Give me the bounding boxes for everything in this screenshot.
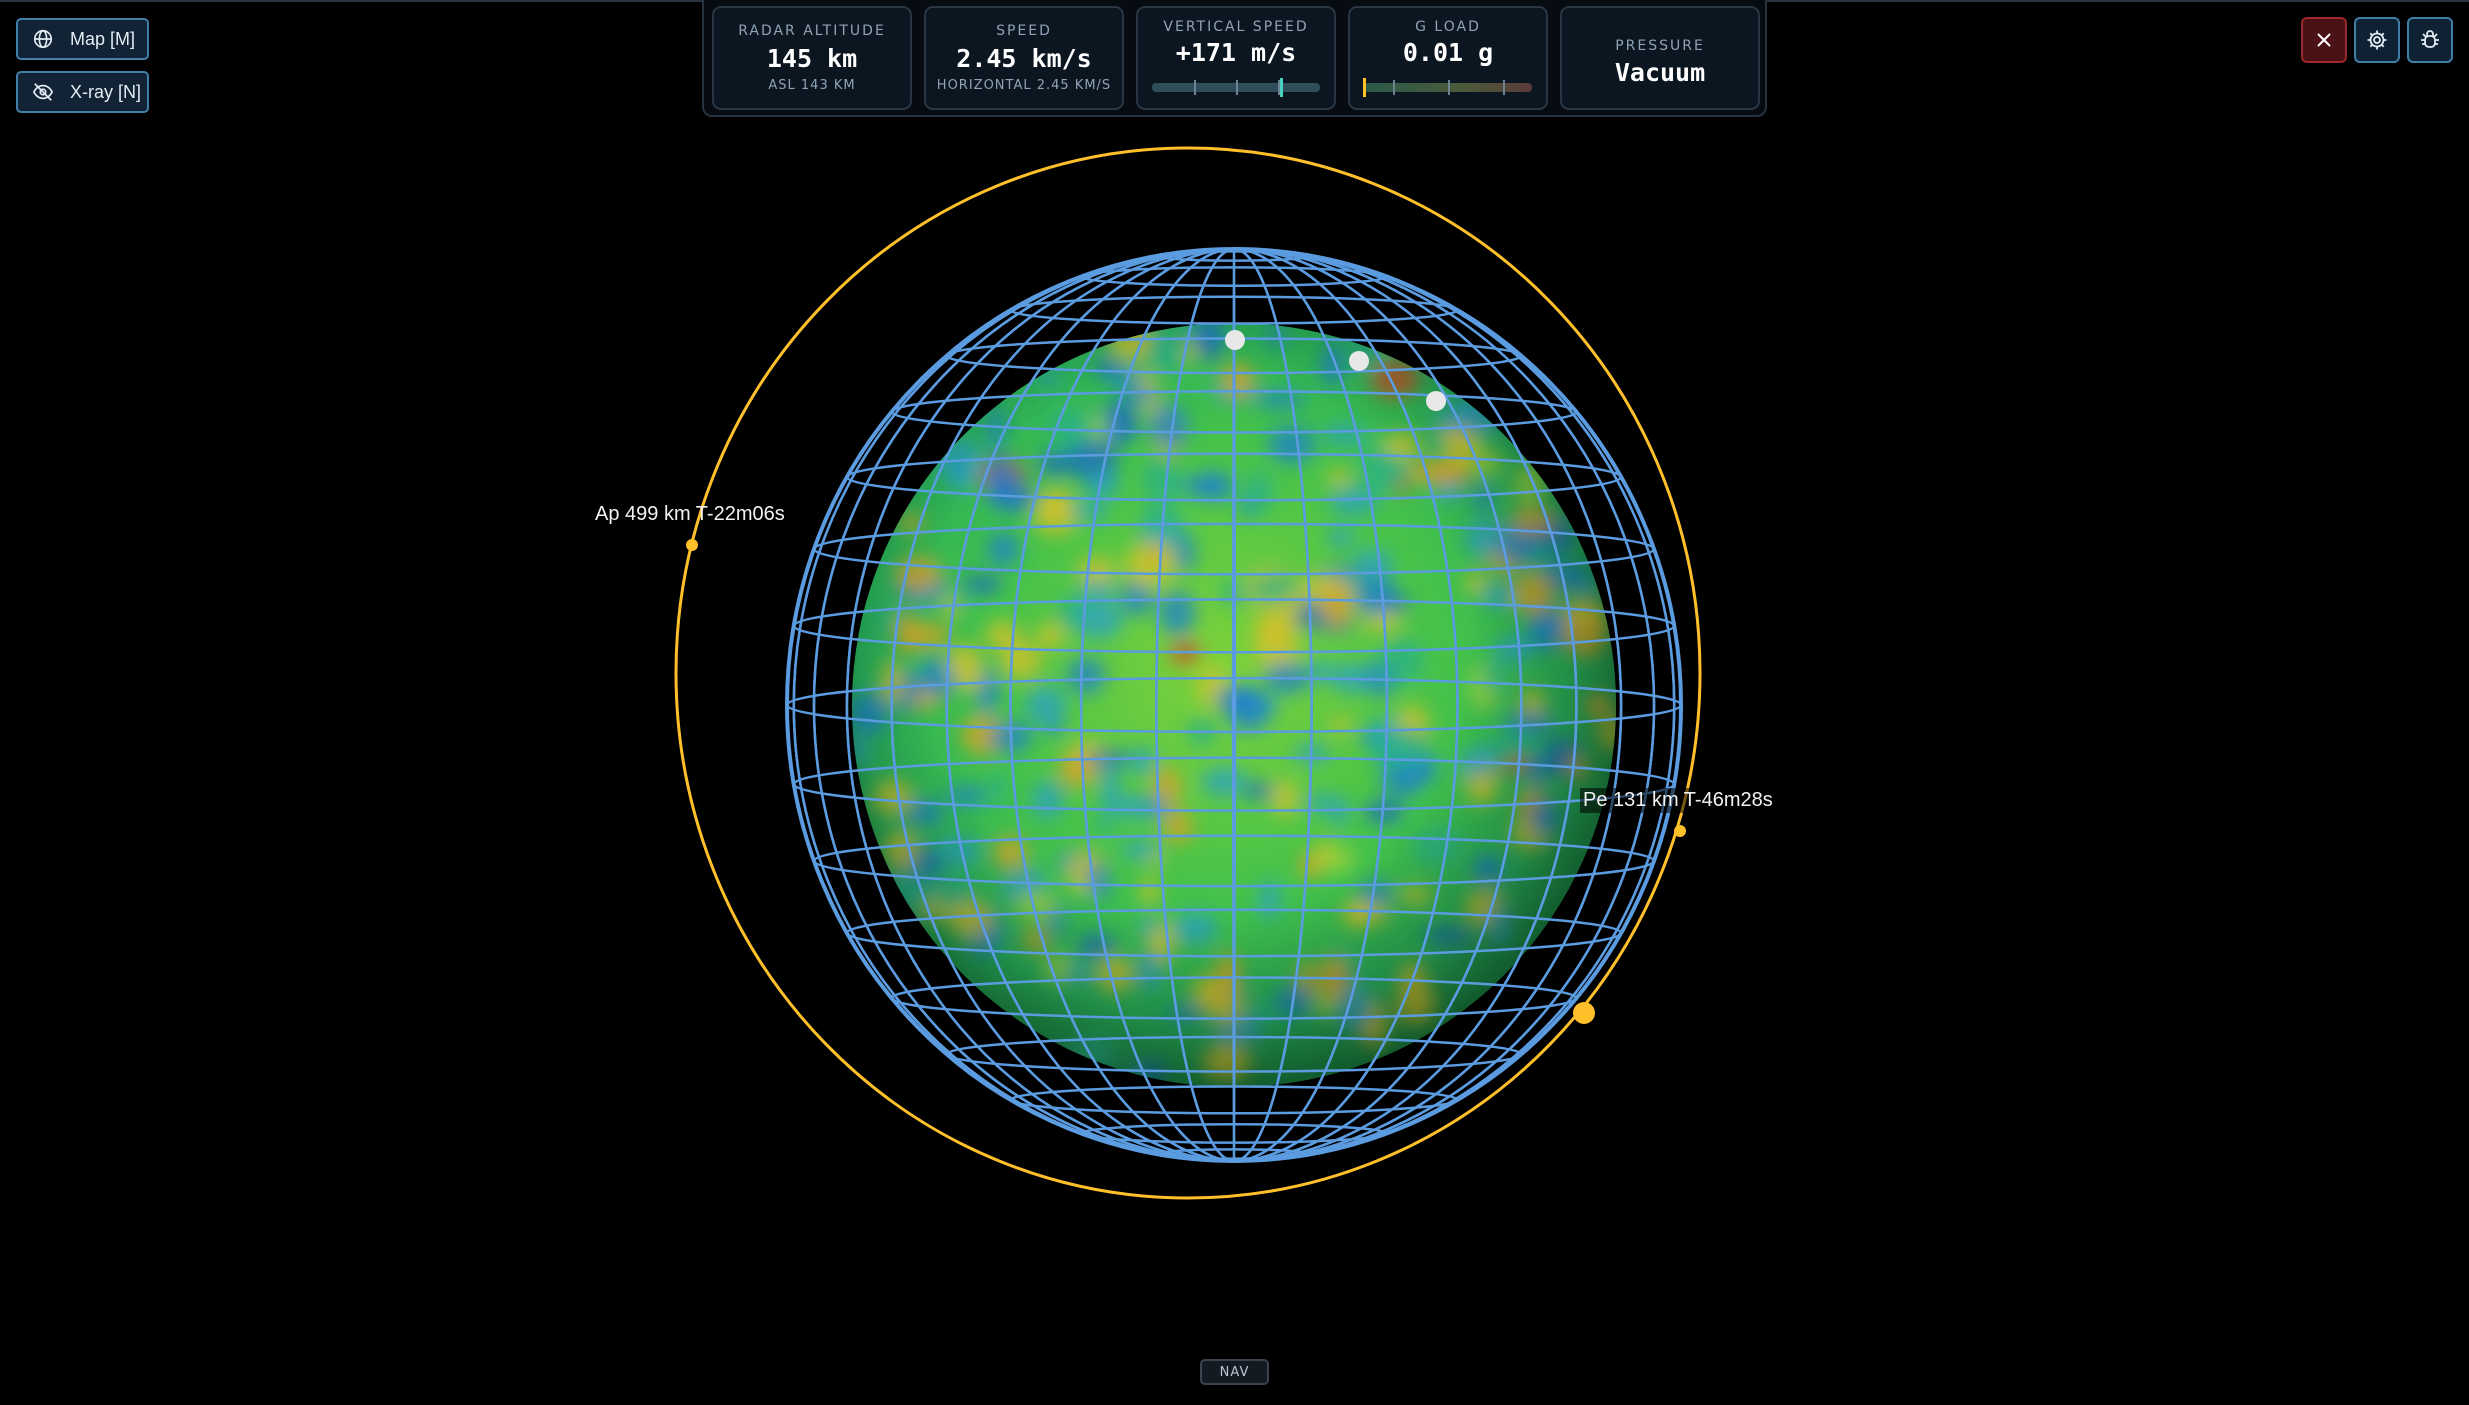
vertical-speed-gauge xyxy=(1152,78,1320,97)
pressure-card: PRESSURE Vacuum xyxy=(1560,6,1760,110)
vessel-marker[interactable] xyxy=(1573,1002,1595,1024)
vertical-speed-needle xyxy=(1280,78,1284,97)
close-button[interactable] xyxy=(2301,17,2347,63)
map-toggle-button[interactable]: Map [M] xyxy=(16,18,149,60)
asl-altitude-value: ASL 143 KM xyxy=(768,78,856,93)
globe-icon xyxy=(32,28,54,50)
radar-altitude-label: RADAR ALTITUDE xyxy=(738,23,886,39)
g-load-needle xyxy=(1363,78,1366,97)
speed-card: SPEED 2.45 km/s HORIZONTAL 2.45 KM/S xyxy=(924,6,1124,110)
xray-toggle-button[interactable]: X-ray [N] xyxy=(16,71,149,113)
xray-toggle-label: X-ray [N] xyxy=(70,81,142,102)
gear-icon xyxy=(2367,30,2387,50)
periapsis-marker[interactable] xyxy=(1674,825,1686,837)
horizontal-speed-value: HORIZONTAL 2.45 KM/S xyxy=(936,78,1112,93)
surface-marker[interactable] xyxy=(1349,351,1369,371)
nav-button[interactable]: NAV xyxy=(1200,1359,1269,1385)
vertical-speed-label: VERTICAL SPEED xyxy=(1163,19,1309,35)
wireframe-longitude xyxy=(1231,247,1237,1163)
settings-button[interactable] xyxy=(2354,17,2400,63)
speed-value: 2.45 km/s xyxy=(956,44,1092,73)
close-icon xyxy=(2317,33,2331,47)
g-load-label: G LOAD xyxy=(1415,19,1481,35)
flight-hud: RADAR ALTITUDE 145 km ASL 143 KM SPEED 2… xyxy=(702,0,1767,117)
map-toggle-label: Map [M] xyxy=(70,28,136,49)
vertical-speed-value: +171 m/s xyxy=(1175,38,1297,67)
apoapsis-marker[interactable] xyxy=(686,539,698,551)
flight-view: Ap 499 km T-22m06s Pe 131 km T-46m28s Ma… xyxy=(0,0,2469,1405)
surface-marker[interactable] xyxy=(1225,330,1245,350)
g-load-gauge xyxy=(1363,78,1532,97)
bug-icon xyxy=(2421,30,2439,48)
debug-button[interactable] xyxy=(2407,17,2453,63)
pressure-value: Vacuum xyxy=(1614,58,1706,87)
g-load-value: 0.01 g xyxy=(1402,38,1494,67)
speed-label: SPEED xyxy=(996,23,1052,39)
pressure-label: PRESSURE xyxy=(1615,38,1705,54)
vertical-speed-card: VERTICAL SPEED +171 m/s xyxy=(1136,6,1336,110)
g-load-card: G LOAD 0.01 g xyxy=(1348,6,1548,110)
radar-altitude-value: 145 km xyxy=(766,44,858,73)
surface-marker[interactable] xyxy=(1426,391,1446,411)
planet-map-view[interactable] xyxy=(0,0,2469,1405)
periapsis-label: Pe 131 km T-46m28s xyxy=(1580,788,1776,813)
radar-altitude-card: RADAR ALTITUDE 145 km ASL 143 KM xyxy=(712,6,912,110)
apoapsis-label: Ap 499 km T-22m06s xyxy=(595,503,785,525)
eye-off-icon xyxy=(32,81,54,103)
